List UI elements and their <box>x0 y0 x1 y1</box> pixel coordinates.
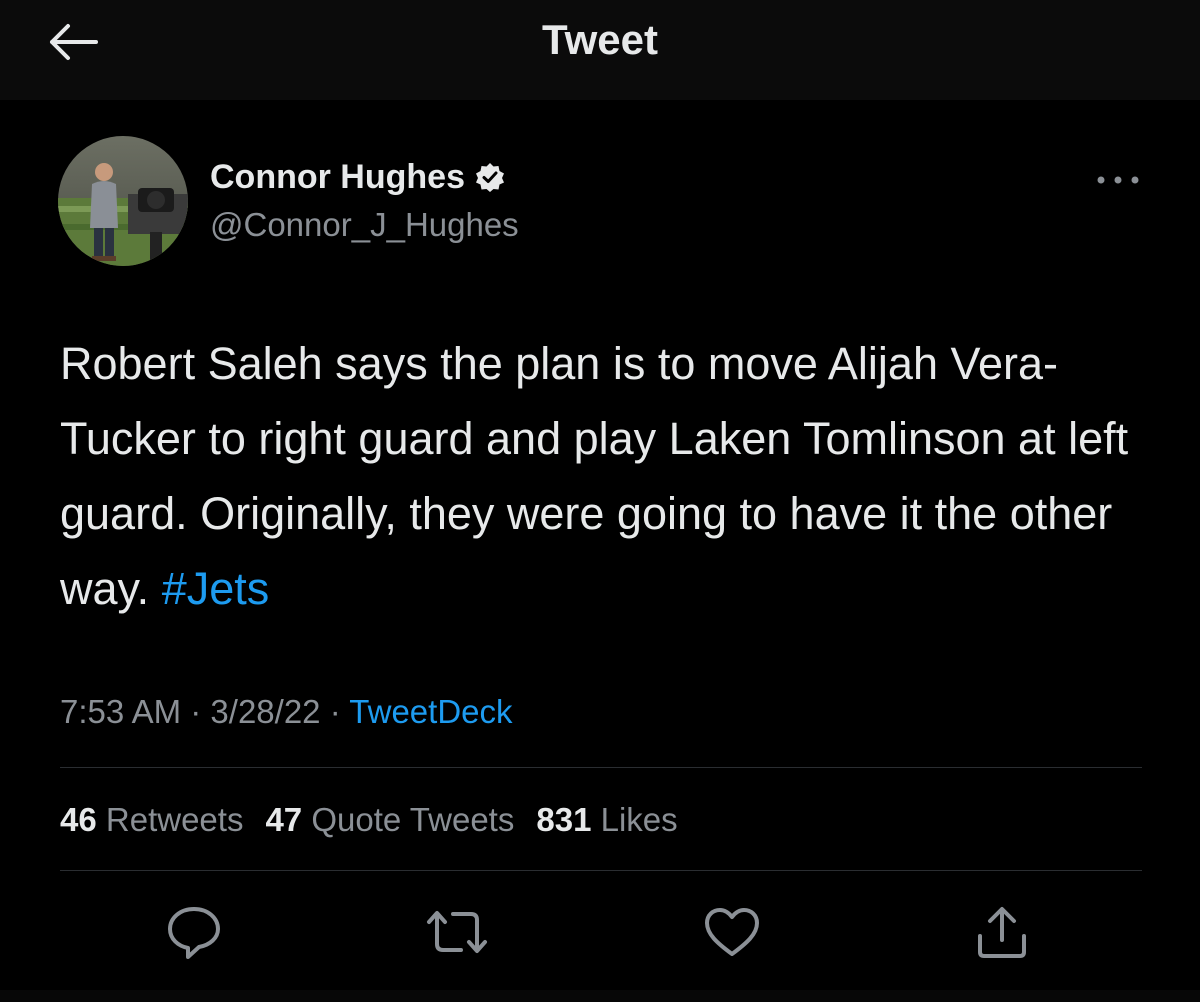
retweet-icon <box>427 911 487 953</box>
tweet-source-link[interactable]: TweetDeck <box>349 693 512 730</box>
retweet-button[interactable] <box>425 900 489 964</box>
likes-label: Likes <box>600 801 678 838</box>
tweet-text: Robert Saleh says the plan is to move Al… <box>60 326 1160 626</box>
share-button[interactable] <box>970 900 1034 964</box>
retweets-label: Retweets <box>105 801 244 838</box>
share-icon <box>978 907 1026 958</box>
bottom-edge <box>0 990 1200 1002</box>
stats-row: 46 Retweets 47 Quote Tweets 831 Likes <box>60 798 700 842</box>
divider <box>60 767 1142 768</box>
author-handle[interactable]: @Connor_J_Hughes <box>210 204 519 246</box>
meta-separator: · <box>190 693 202 730</box>
likes-stat[interactable]: 831 Likes <box>536 798 677 842</box>
quote-tweets-label: Quote Tweets <box>311 801 515 838</box>
top-bar: Tweet <box>0 0 1200 100</box>
avatar-photo <box>58 136 188 266</box>
verified-badge-icon <box>475 163 504 192</box>
page-title: Tweet <box>542 16 658 63</box>
reply-button[interactable] <box>162 900 226 964</box>
quote-tweets-count: 47 <box>265 801 303 838</box>
more-options-button[interactable] <box>1090 160 1146 200</box>
hashtag-link[interactable]: #Jets <box>162 563 270 614</box>
more-dots-icon <box>1097 176 1139 184</box>
tweet-time: 7:53 AM <box>60 693 182 730</box>
like-icon <box>705 908 759 956</box>
author-name: Connor Hughes <box>210 158 465 196</box>
reply-icon <box>168 907 220 959</box>
retweets-count: 46 <box>60 801 97 838</box>
quote-tweets-stat[interactable]: 47 Quote Tweets <box>265 798 514 842</box>
author-name-row[interactable]: Connor Hughes <box>210 156 505 198</box>
like-button[interactable] <box>700 900 764 964</box>
action-bar <box>0 900 1200 964</box>
meta-separator: · <box>329 693 341 730</box>
likes-count: 831 <box>536 801 592 838</box>
retweets-stat[interactable]: 46 Retweets <box>60 798 243 842</box>
divider <box>60 870 1142 871</box>
tweet-meta: 7:53 AM · 3/28/22 · TweetDeck <box>60 690 513 734</box>
avatar[interactable] <box>58 136 188 266</box>
tweet-date[interactable]: 3/28/22 <box>210 693 320 730</box>
